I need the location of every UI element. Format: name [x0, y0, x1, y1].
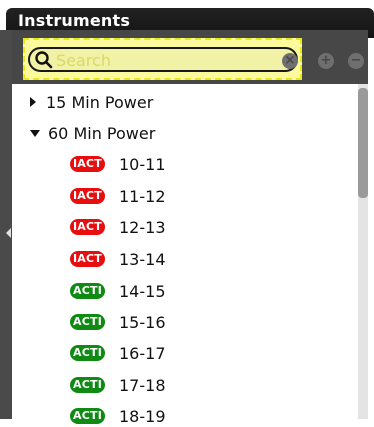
minus-icon[interactable]: −: [348, 53, 364, 69]
group-label: 60 Min Power: [48, 123, 156, 143]
panel-title: Instruments: [18, 11, 131, 30]
tree-item[interactable]: ACTI 18-19: [70, 405, 166, 427]
status-badge: IACT: [70, 251, 105, 267]
scrollbar-thumb[interactable]: [358, 88, 368, 198]
collapse-rail[interactable]: [0, 30, 12, 419]
status-badge: ACTI: [70, 408, 105, 424]
item-label: 17-18: [119, 375, 166, 395]
status-badge: IACT: [70, 156, 105, 172]
clear-icon[interactable]: ×: [282, 53, 298, 69]
collapse-arrow-icon[interactable]: [6, 228, 11, 238]
tree-item[interactable]: IACT 10-11: [70, 153, 166, 175]
status-badge: IACT: [70, 219, 105, 235]
item-label: 14-15: [119, 281, 166, 301]
group-label: 15 Min Power: [46, 92, 154, 112]
tree-item[interactable]: ACTI 16-17: [70, 342, 166, 364]
item-label: 11-12: [119, 186, 166, 206]
item-label: 16-17: [119, 343, 166, 363]
collapse-arrow-icon[interactable]: [30, 129, 40, 137]
status-badge: ACTI: [70, 283, 105, 299]
status-badge: IACT: [70, 188, 105, 204]
item-label: 18-19: [119, 406, 166, 426]
status-badge: ACTI: [70, 314, 105, 330]
status-badge: ACTI: [70, 377, 105, 393]
top-margin: [0, 0, 374, 8]
item-label: 12-13: [119, 217, 166, 237]
item-label: 13-14: [119, 249, 166, 269]
tree-group-15-min-power[interactable]: 15 Min Power: [30, 91, 153, 113]
expand-arrow-icon[interactable]: [30, 97, 36, 107]
status-badge: ACTI: [70, 345, 105, 361]
tree-item[interactable]: ACTI 14-15: [70, 280, 166, 302]
tree-item[interactable]: IACT 11-12: [70, 185, 166, 207]
item-label: 15-16: [119, 312, 166, 332]
search-input[interactable]: [56, 49, 276, 71]
tree-item[interactable]: IACT 12-13: [70, 216, 166, 238]
tree-item[interactable]: IACT 13-14: [70, 248, 166, 270]
tree-item[interactable]: ACTI 15-16: [70, 311, 166, 333]
item-label: 10-11: [119, 154, 166, 174]
plus-icon[interactable]: +: [318, 53, 334, 69]
tree-item[interactable]: ACTI 17-18: [70, 374, 166, 396]
tree-group-60-min-power[interactable]: 60 Min Power: [30, 122, 155, 144]
search-icon: [35, 51, 53, 69]
